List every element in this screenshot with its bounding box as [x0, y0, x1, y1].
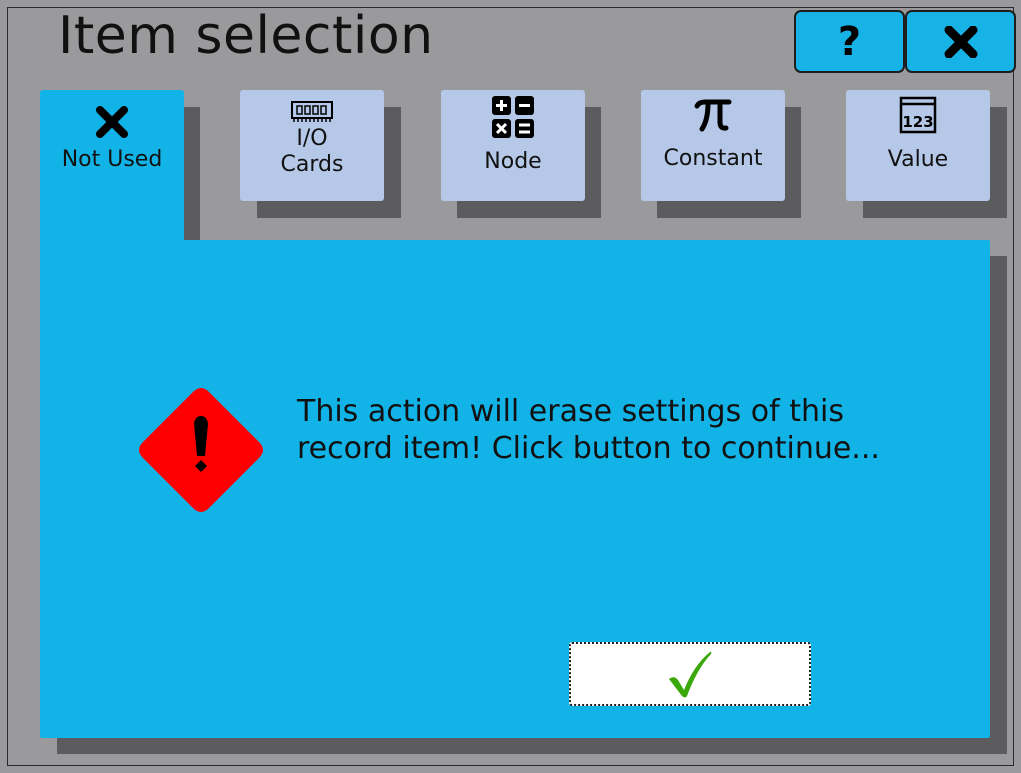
- number-123-icon: 123: [899, 96, 937, 134]
- warning-message: This action will erase settings of this …: [297, 394, 880, 466]
- tab-node[interactable]: Node: [441, 90, 585, 201]
- close-x-icon: [944, 25, 977, 58]
- confirm-button[interactable]: [569, 642, 811, 706]
- warning-diamond-icon: [139, 388, 263, 512]
- tab-value[interactable]: 123 Value: [846, 90, 990, 201]
- pi-icon: [694, 99, 732, 132]
- svg-text:123: 123: [902, 113, 933, 131]
- tab-label: Value: [887, 147, 949, 172]
- tab-shadow: [183, 107, 200, 240]
- tab-label: I/O Cards: [280, 126, 344, 177]
- checkmark-icon: [669, 651, 712, 698]
- memory-card-icon: [291, 101, 333, 122]
- question-icon: ?: [837, 18, 862, 65]
- calculator-icon: [492, 96, 534, 138]
- page-title: Item selection: [58, 6, 434, 66]
- tab-not-used[interactable]: Not Used: [40, 90, 184, 242]
- tab-label: Node: [484, 149, 542, 174]
- tab-label: Constant: [663, 146, 763, 171]
- help-button[interactable]: ?: [794, 10, 905, 73]
- tab-label: Not Used: [61, 147, 163, 172]
- tab-constant[interactable]: Constant: [641, 90, 785, 201]
- close-button[interactable]: [905, 10, 1016, 73]
- tab-io-cards[interactable]: I/O Cards: [240, 90, 384, 201]
- x-icon: [96, 106, 128, 138]
